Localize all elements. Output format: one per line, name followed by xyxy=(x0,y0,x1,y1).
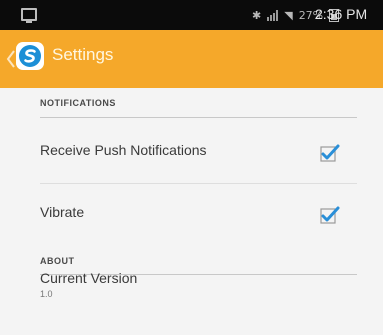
current-version-value: 1.0 xyxy=(40,289,53,299)
wifi-icon: ◥ xyxy=(284,8,293,22)
setting-row-push-notifications[interactable]: Receive Push Notifications xyxy=(0,122,383,184)
section-header-label: ABOUT xyxy=(40,256,75,266)
bluetooth-icon: ✱ xyxy=(252,8,262,22)
status-time: 2:36 PM xyxy=(315,6,368,22)
setting-label: Receive Push Notifications xyxy=(40,142,207,158)
app-logo[interactable] xyxy=(16,42,44,70)
app-bar: Settings xyxy=(0,30,383,88)
status-bar: ✱ ◥ 27% 2:36 PM xyxy=(0,0,383,30)
section-header-notifications: NOTIFICATIONS xyxy=(0,88,383,118)
current-version-label: Current Version xyxy=(40,270,138,286)
section-header-label: NOTIFICATIONS xyxy=(40,98,116,108)
setting-label: Vibrate xyxy=(40,204,85,220)
setting-row-vibrate[interactable]: Vibrate xyxy=(0,184,383,246)
page-title: Settings xyxy=(52,45,114,64)
push-notifications-checkbox[interactable] xyxy=(320,144,340,162)
screen-icon xyxy=(21,8,37,23)
section-divider xyxy=(40,117,357,118)
signal-icon xyxy=(267,9,279,21)
vibrate-checkbox[interactable] xyxy=(320,206,340,224)
